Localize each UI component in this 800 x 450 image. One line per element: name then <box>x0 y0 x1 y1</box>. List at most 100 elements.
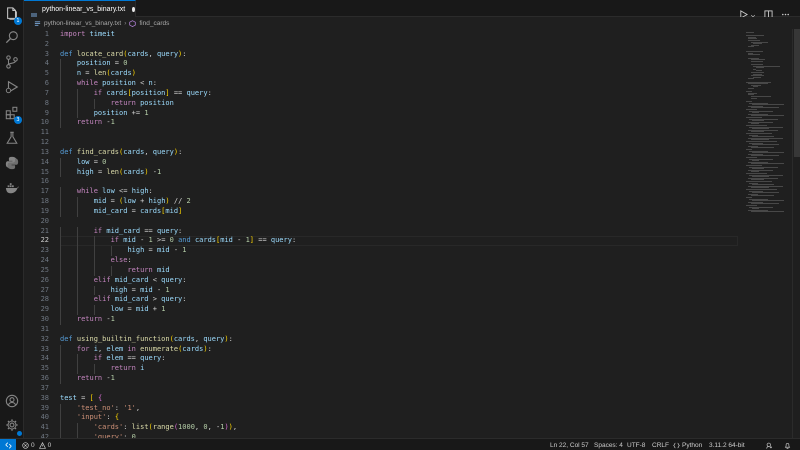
code-text: else: <box>110 256 132 265</box>
code-line[interactable]: 28 elif mid_card > query: <box>24 295 744 306</box>
code-line[interactable]: 20 <box>24 217 744 227</box>
code-line[interactable]: 3 def locate_card(cards, query): <box>24 50 744 60</box>
code-text: position = 0 <box>76 59 128 68</box>
code-editor[interactable]: 1 import timeit 2 3 def locate_card(cards, q… <box>24 29 744 438</box>
remote-indicator[interactable] <box>0 439 16 450</box>
end-of-line[interactable]: CRLF <box>652 439 669 450</box>
line-number: 34 <box>40 354 49 363</box>
code-text: low = 0 <box>76 157 107 166</box>
breadcrumb-symbol[interactable]: find_cards <box>139 20 169 27</box>
explorer-badge: 1 <box>14 17 22 25</box>
code-line[interactable]: 38 test = [ { <box>24 394 744 404</box>
code-line[interactable]: 29 low = mid + 1 <box>24 305 744 316</box>
scrollbar-thumb[interactable] <box>794 29 800 157</box>
problems-indicator[interactable]: 0 0 <box>22 439 51 450</box>
braces-icon <box>673 442 680 448</box>
code-line[interactable]: 14 low = 0 <box>24 157 744 168</box>
code-line[interactable]: 2 <box>24 40 744 50</box>
code-line[interactable]: 30 return -1 <box>24 315 744 325</box>
source-control-icon[interactable] <box>4 54 20 70</box>
breadcrumb-file[interactable]: python-linear_vs_binary.txt <box>44 20 121 27</box>
indent-guide <box>76 226 78 237</box>
docker-icon[interactable] <box>4 180 20 196</box>
minimap[interactable] <box>744 29 792 438</box>
code-line[interactable]: 27 high = mid - 1 <box>24 285 744 296</box>
settings-gear-icon[interactable] <box>4 417 22 436</box>
code-line[interactable]: 12 <box>24 138 744 148</box>
vertical-scrollbar[interactable] <box>792 29 800 438</box>
line-number: 23 <box>40 246 49 255</box>
indent-guide <box>60 206 61 217</box>
code-line[interactable]: 36 return -1 <box>24 374 744 384</box>
python-interpreter[interactable]: 3.11.2 64-bit <box>709 439 745 450</box>
code-line[interactable]: 23 high = mid - 1 <box>24 246 744 257</box>
indent-guide <box>60 88 61 99</box>
code-line[interactable]: 33 for i, elem in enumerate(cards): <box>24 344 744 355</box>
minimap-line <box>748 88 754 89</box>
code-line[interactable]: 11 <box>24 128 744 138</box>
indent-guide <box>60 413 61 424</box>
indent-guide <box>110 246 112 257</box>
code-line[interactable]: 41 'cards': list(range(1000, 0, -1)), <box>24 423 744 434</box>
code-line[interactable]: 19 mid_card = cards[mid] <box>24 206 744 217</box>
live-share-icon[interactable] <box>766 439 773 450</box>
code-line[interactable]: 5 n = len(cards) <box>24 69 744 80</box>
code-line[interactable]: 40 'input': { <box>24 413 744 424</box>
indentation[interactable]: Spaces: 4 <box>594 439 623 450</box>
code-line[interactable]: 10 return -1 <box>24 118 744 129</box>
code-text: high = mid - 1 <box>127 246 187 255</box>
code-line[interactable]: 6 while position < n: <box>24 79 744 89</box>
language-mode[interactable]: Python <box>673 439 702 450</box>
code-line[interactable]: 13 def find_cards(cards, query): <box>24 148 744 158</box>
search-icon[interactable] <box>4 29 20 45</box>
line-number: 2 <box>44 39 49 48</box>
line-number: 4 <box>44 59 49 68</box>
code-line[interactable]: 16 <box>24 177 744 187</box>
code-line[interactable]: 9 position += 1 <box>24 108 744 119</box>
cursor-position[interactable]: Ln 22, Col 57 <box>550 439 589 450</box>
code-line[interactable]: 7 if cards[position] == query: <box>24 88 744 99</box>
code-line[interactable]: 15 high = len(cards) -1 <box>24 167 744 178</box>
line-number: 35 <box>40 364 49 373</box>
code-line[interactable]: 24 else: <box>24 256 744 266</box>
code-line[interactable]: 1 import timeit <box>24 30 744 40</box>
code-line[interactable]: 8 return position <box>24 98 744 109</box>
code-line[interactable]: 32 def using_builtin_function(cards, quer… <box>24 335 744 345</box>
code-text: 'test_no': '1', <box>76 403 141 412</box>
notifications-bell-icon[interactable] <box>784 439 791 450</box>
code-line[interactable]: 39 'test_no': '1', <box>24 403 744 414</box>
breadcrumb-separator-icon: › <box>124 19 127 27</box>
explorer-icon[interactable]: 1 <box>4 6 22 25</box>
code-line[interactable]: 17 while low <= high: <box>24 187 744 198</box>
unsaved-changes-dot[interactable] <box>132 6 135 12</box>
run-debug-icon[interactable] <box>4 79 20 95</box>
indent-guide <box>93 256 95 266</box>
code-line[interactable]: 4 position = 0 <box>24 59 744 70</box>
indent-guide <box>60 315 61 325</box>
indent-guide <box>60 59 61 70</box>
code-text: if elem == query: <box>93 354 166 363</box>
testing-icon[interactable] <box>4 130 20 146</box>
code-line[interactable]: 22 if mid - 1 >= 0 and cards[mid - 1] ==… <box>24 236 744 247</box>
indent-guide <box>76 256 78 266</box>
tab-python-linear-vs-binary[interactable]: python-linear_vs_binary.txt <box>24 0 136 19</box>
code-text: elif mid_card > query: <box>93 295 187 304</box>
code-line[interactable]: 37 <box>24 384 744 394</box>
minimap-line <box>753 86 758 88</box>
code-line[interactable]: 25 return mid <box>24 265 744 276</box>
line-number: 32 <box>40 334 49 343</box>
indent-guide <box>60 305 61 316</box>
python-icon[interactable] <box>4 155 20 171</box>
extensions-icon[interactable]: 3 <box>4 105 22 124</box>
line-number: 9 <box>44 108 49 117</box>
code-line[interactable]: 26 elif mid_card < query: <box>24 275 744 286</box>
account-icon[interactable] <box>4 393 20 409</box>
indent-guide <box>60 79 61 89</box>
code-line[interactable]: 34 if elem == query: <box>24 354 744 365</box>
minimap-line <box>748 78 754 80</box>
code-line[interactable]: 21 if mid_card == query: <box>24 226 744 237</box>
code-line[interactable]: 31 <box>24 325 744 335</box>
code-line[interactable]: 35 return i <box>24 364 744 375</box>
code-line[interactable]: 18 mid = (low + high) // 2 <box>24 197 744 207</box>
encoding[interactable]: UTF-8 <box>627 439 645 450</box>
